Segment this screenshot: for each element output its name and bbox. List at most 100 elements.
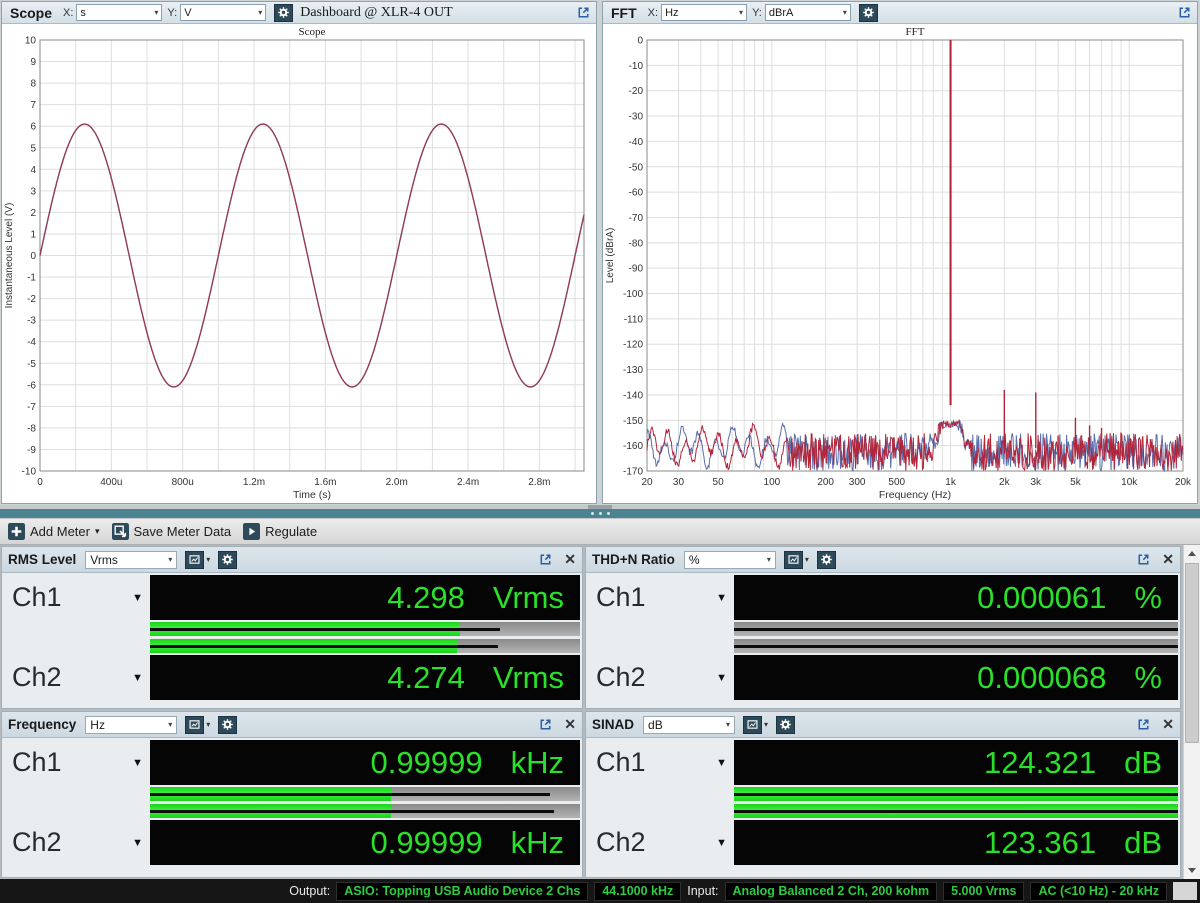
level-bar-ch1 — [734, 622, 1178, 636]
scope-panel-title: Scope — [10, 4, 53, 21]
settings-gear-icon[interactable] — [274, 3, 294, 22]
popout-icon[interactable] — [1176, 4, 1193, 21]
level-bar-ch1 — [734, 787, 1178, 801]
chevron-down-icon: ▼ — [716, 836, 727, 849]
meter-title: Frequency — [8, 717, 77, 732]
level-bar-ch2 — [734, 804, 1178, 818]
svg-text:-5: -5 — [27, 359, 36, 370]
svg-text:0: 0 — [637, 36, 643, 47]
scroll-up-button[interactable] — [1184, 545, 1200, 562]
unit-dropdown[interactable]: Hz ▾ — [85, 715, 178, 734]
settings-gear-icon[interactable] — [858, 3, 878, 22]
scope-plot: -10 -9 -8 -7 -6 -5 -4 -3 -2 -1 0 1 2 3 4 5 6 7 8 9 10 0 400u 80… — [2, 24, 596, 503]
play-icon — [243, 523, 261, 540]
svg-text:300: 300 — [849, 477, 866, 488]
meter-header: RMS Level Vrms ▾ ▾ ✕ — [2, 547, 582, 573]
channel-selector-ch1[interactable]: Ch1 ▼ — [2, 575, 150, 620]
scope-panel: Scope X: s ▾ Y: V ▾ Dashboard @ XLR-4 OU… — [1, 1, 597, 504]
channel-selector-ch1[interactable]: Ch1 ▼ — [586, 740, 734, 785]
svg-text:1k: 1k — [945, 477, 957, 488]
meter-view-icon[interactable] — [185, 550, 205, 569]
close-icon[interactable]: ✕ — [1162, 551, 1174, 568]
popout-icon[interactable] — [575, 4, 592, 21]
scroll-down-button[interactable] — [1184, 862, 1200, 879]
chevron-down-icon[interactable]: ▾ — [206, 555, 210, 564]
channel-selector-ch1[interactable]: Ch1 ▼ — [586, 575, 734, 620]
close-icon[interactable]: ✕ — [564, 716, 576, 733]
svg-text:2.0m: 2.0m — [386, 477, 408, 488]
svg-text:2: 2 — [30, 208, 36, 219]
channel-selector-ch1[interactable]: Ch1 ▼ — [2, 740, 150, 785]
settings-gear-icon[interactable] — [776, 715, 796, 734]
meter-panel-sinad: SINAD dB ▾ ▾ ✕ Ch1 ▼ 124.321 dB Ch2 ▼ 12… — [585, 711, 1181, 878]
chevron-down-icon: ▾ — [766, 555, 771, 564]
svg-text:-4: -4 — [27, 337, 36, 348]
unit-dropdown[interactable]: Vrms ▾ — [85, 550, 178, 569]
svg-text:-150: -150 — [623, 416, 643, 427]
svg-text:500: 500 — [888, 477, 905, 488]
fft-panel-header: FFT X: Hz ▾ Y: dBrA ▾ — [603, 2, 1197, 24]
settings-gear-icon[interactable] — [218, 550, 238, 569]
svg-text:-170: -170 — [623, 467, 643, 478]
svg-text:-9: -9 — [27, 445, 36, 456]
svg-text:50: 50 — [713, 477, 725, 488]
regulate-button[interactable]: Regulate — [239, 521, 325, 542]
svg-text:-120: -120 — [623, 340, 643, 351]
svg-text:-100: -100 — [623, 289, 643, 300]
chevron-down-icon[interactable]: ▾ — [764, 720, 768, 729]
svg-text:7: 7 — [30, 100, 36, 111]
chevron-down-icon: ▾ — [154, 8, 159, 17]
chevron-down-icon: ▾ — [726, 720, 731, 729]
svg-text:10: 10 — [25, 36, 37, 47]
chevron-down-icon: ▾ — [842, 8, 847, 17]
channel-selector-ch2[interactable]: Ch2 ▼ — [586, 820, 734, 865]
close-icon[interactable]: ✕ — [564, 551, 576, 568]
popout-icon[interactable] — [537, 551, 554, 568]
save-meter-data-button[interactable]: Save Meter Data — [108, 521, 240, 542]
popout-icon[interactable] — [537, 716, 554, 733]
scope-y-axis-dropdown[interactable]: V ▾ — [180, 4, 267, 21]
splitter-bar[interactable] — [0, 509, 1200, 518]
channel-selector-ch2[interactable]: Ch2 ▼ — [2, 655, 150, 700]
popout-icon[interactable] — [1135, 716, 1152, 733]
scrollbar-thumb[interactable] — [1185, 563, 1199, 743]
fft-y-axis-dropdown[interactable]: dBrA ▾ — [764, 4, 851, 21]
meter-title: THD+N Ratio — [592, 552, 675, 567]
channel-selector-ch2[interactable]: Ch2 ▼ — [2, 820, 150, 865]
svg-text:3: 3 — [30, 186, 36, 197]
meter-view-icon[interactable] — [743, 715, 763, 734]
fft-x-axis-dropdown[interactable]: Hz ▾ — [661, 4, 748, 21]
pane-splitter[interactable] — [0, 505, 1200, 519]
svg-text:1.2m: 1.2m — [243, 477, 265, 488]
chevron-down-icon[interactable]: ▾ — [206, 720, 210, 729]
meter-view-icon[interactable] — [783, 550, 803, 569]
resize-grip — [1173, 882, 1197, 900]
svg-text:-160: -160 — [623, 441, 643, 452]
vertical-scrollbar[interactable] — [1183, 545, 1200, 879]
svg-text:-2: -2 — [27, 294, 36, 305]
channel-selector-ch2[interactable]: Ch2 ▼ — [586, 655, 734, 700]
scope-x-axis-dropdown[interactable]: s ▾ — [76, 4, 163, 21]
meter-panel-frequency: Frequency Hz ▾ ▾ ✕ Ch1 ▼ 0.99999 kHz Ch2… — [1, 711, 583, 878]
popout-icon[interactable] — [1135, 551, 1152, 568]
output-device-badge: ASIO: Topping USB Audio Device 2 Chs — [336, 881, 589, 901]
meter-panel-thdn-ratio: THD+N Ratio % ▾ ▾ ✕ Ch1 ▼ 0.000061 % Ch2… — [585, 546, 1181, 709]
chevron-down-icon[interactable]: ▾ — [805, 555, 809, 564]
svg-text:20k: 20k — [1175, 477, 1192, 488]
unit-dropdown[interactable]: dB ▾ — [643, 715, 736, 734]
add-meter-button[interactable]: Add Meter ▾ — [4, 521, 108, 542]
input-label: Input: — [687, 884, 719, 898]
svg-text:20: 20 — [641, 477, 653, 488]
settings-gear-icon[interactable] — [218, 715, 238, 734]
chevron-down-icon: ▼ — [132, 836, 143, 849]
unit-dropdown[interactable]: % ▾ — [683, 550, 776, 569]
settings-gear-icon[interactable] — [816, 550, 836, 569]
chevron-down-icon: ▼ — [716, 756, 727, 769]
svg-text:-70: -70 — [629, 213, 644, 224]
svg-text:-110: -110 — [624, 314, 644, 325]
close-icon[interactable]: ✕ — [1162, 716, 1174, 733]
sample-rate-badge: 44.1000 kHz — [594, 881, 682, 901]
meter-view-icon[interactable] — [185, 715, 205, 734]
meter-reading-ch1: 124.321 dB — [734, 740, 1178, 785]
plots-area: Scope X: s ▾ Y: V ▾ Dashboard @ XLR-4 OU… — [0, 0, 1200, 505]
